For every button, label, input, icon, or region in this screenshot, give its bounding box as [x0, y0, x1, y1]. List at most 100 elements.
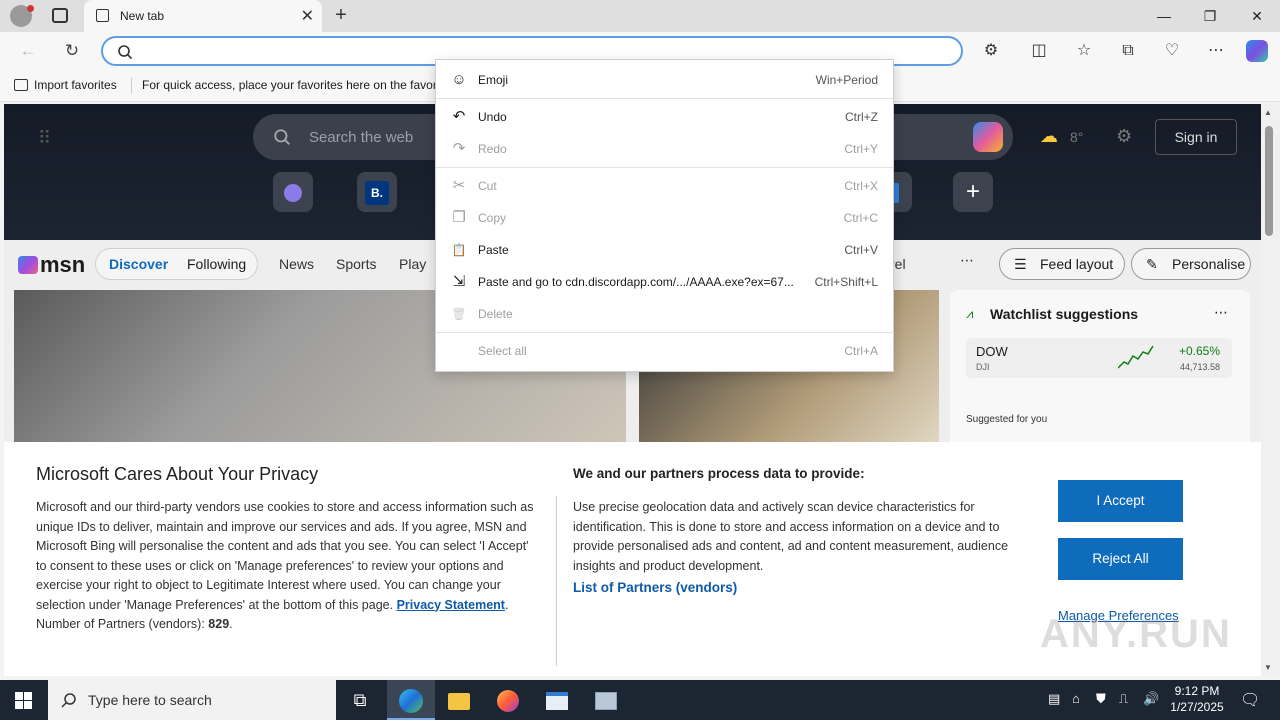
copilot-icon[interactable]: [1246, 40, 1268, 62]
tray-app-icon[interactable]: ▤: [1048, 691, 1060, 707]
menu-item-emoji[interactable]: ☺ Emoji Win+Period: [436, 64, 893, 96]
menu-item-label: Select all: [478, 344, 527, 358]
nav-news[interactable]: News: [279, 256, 314, 272]
menu-item-label: Delete: [478, 307, 513, 321]
security-icon[interactable]: ⛊: [1096, 691, 1106, 707]
page-scrollbar[interactable]: ▲ ▼: [1261, 104, 1280, 676]
privacy-statement-link[interactable]: Privacy Statement: [397, 598, 505, 612]
split-screen-icon[interactable]: ◫: [1025, 38, 1053, 64]
menu-item-shortcut: Ctrl+X: [844, 179, 878, 193]
tab-following[interactable]: Following: [187, 256, 246, 272]
msn-logo[interactable]: msn: [18, 252, 85, 278]
more-options-icon[interactable]: ⋯: [1202, 38, 1230, 64]
notifications-icon[interactable]: 🗨: [1240, 690, 1260, 710]
menu-separator: [436, 98, 893, 99]
network-icon[interactable]: ⎍: [1119, 691, 1128, 707]
weather-temp: 8°: [1070, 129, 1084, 145]
maximize-button[interactable]: ❐: [1187, 0, 1233, 32]
data-processing-title: We and our partners process data to prov…: [573, 466, 865, 481]
personalise-label: Personalise: [1172, 256, 1246, 272]
taskbar-clock[interactable]: 9:12 PM 1/27/2025: [1166, 683, 1228, 715]
menu-item-select-all: Select all Ctrl+A: [436, 335, 893, 367]
reject-all-button[interactable]: Reject All: [1058, 538, 1183, 580]
menu-item-shortcut: Ctrl+V: [844, 243, 878, 257]
app-installer-icon[interactable]: [582, 680, 630, 720]
settings-gear-icon[interactable]: ⚙: [1116, 126, 1132, 147]
scroll-up-icon[interactable]: ▲: [1264, 108, 1272, 117]
stock-exchange: DJI: [976, 362, 990, 372]
collections-icon[interactable]: ⧉: [1114, 38, 1142, 64]
personalise-button[interactable]: ✎ Personalise: [1131, 248, 1251, 280]
tab-title: New tab: [120, 9, 165, 23]
privacy-body: Microsoft and our third-party vendors us…: [36, 500, 534, 631]
menu-item-paste-and-go[interactable]: ⇲ Paste and go to cdn.discordapp.com/...…: [436, 266, 893, 298]
start-button[interactable]: [0, 680, 48, 720]
quicklink-booking[interactable]: B.: [357, 172, 397, 212]
booking-tile-icon: B.: [365, 180, 389, 205]
volume-icon[interactable]: 🔊: [1143, 691, 1159, 707]
back-icon[interactable]: ←: [14, 38, 42, 64]
extensions-icon[interactable]: ⚙: [977, 38, 1005, 64]
tab-actions-icon[interactable]: [52, 8, 68, 23]
privacy-body-text: Microsoft and our third-party vendors us…: [36, 500, 534, 612]
msn-logo-text: msn: [40, 252, 86, 277]
anyrun-watermark: ANY.RUN: [1040, 612, 1232, 656]
copilot-search-icon[interactable]: [973, 122, 1003, 152]
menu-item-copy: ❐ Copy Ctrl+C: [436, 202, 893, 234]
favorites-icon[interactable]: ☆: [1070, 38, 1098, 64]
accept-button[interactable]: I Accept: [1058, 480, 1183, 522]
refresh-icon[interactable]: ↻: [58, 38, 86, 64]
nav-sports[interactable]: Sports: [336, 256, 376, 272]
scrollbar-thumb[interactable]: [1265, 126, 1273, 236]
menu-separator: [436, 167, 893, 168]
watchlist-row[interactable]: DOW DJI +0.65% 44,713.58: [966, 338, 1232, 378]
paste-icon: 📋: [451, 243, 467, 257]
browser-essentials-icon[interactable]: ♡: [1158, 38, 1186, 64]
nav-more-icon[interactable]: ⋯: [960, 252, 974, 269]
favorites-divider: [131, 78, 132, 94]
add-quicklink-button[interactable]: +: [953, 172, 993, 212]
list-of-partners-link[interactable]: List of Partners (vendors): [573, 580, 737, 595]
menu-item-label: Paste and go to cdn.discordapp.com/.../A…: [478, 275, 794, 289]
apps-grid-icon[interactable]: ⠿: [38, 128, 51, 149]
sign-in-button[interactable]: Sign in: [1155, 119, 1237, 155]
app-window-glyph: [546, 692, 568, 711]
search-icon: [118, 45, 133, 60]
menu-item-label: Cut: [478, 179, 497, 193]
menu-item-label: Emoji: [478, 73, 509, 87]
scroll-down-icon[interactable]: ▼: [1264, 663, 1272, 672]
minimize-button[interactable]: —: [1141, 0, 1187, 32]
new-tab-button[interactable]: +: [330, 4, 352, 26]
usb-icon[interactable]: ⌂: [1072, 691, 1080, 706]
menu-item-paste[interactable]: 📋 Paste Ctrl+V: [436, 234, 893, 266]
privacy-consent-banner: Microsoft Cares About Your Privacy Micro…: [4, 442, 1261, 676]
copy-icon: ❐: [452, 209, 466, 226]
tab-new-tab[interactable]: New tab ✕: [84, 0, 322, 32]
privacy-title: Microsoft Cares About Your Privacy: [36, 464, 319, 484]
tab-discover[interactable]: Discover: [109, 256, 168, 272]
feed-layout-button[interactable]: ☰ Feed layout: [999, 248, 1125, 280]
task-view-icon[interactable]: ⧉: [336, 680, 384, 720]
taskbar-search-box[interactable]: Type here to search: [48, 680, 336, 720]
favorites-hint: For quick access, place your favorites h…: [142, 78, 443, 92]
close-window-button[interactable]: ✕: [1234, 0, 1280, 32]
edge-taskbar-icon[interactable]: [387, 680, 435, 720]
watchlist-icon: ⩘: [966, 306, 974, 321]
firefox-icon[interactable]: [484, 680, 532, 720]
new-tab-page-icon: [96, 9, 109, 22]
data-processing-body: Use precise geolocation data and activel…: [573, 500, 1009, 573]
menu-item-label: Paste: [478, 243, 509, 257]
watchlist-more-icon[interactable]: ⋯: [1214, 304, 1228, 321]
app-window-icon[interactable]: [533, 680, 581, 720]
menu-item-undo[interactable]: ↶ Undo Ctrl+Z: [436, 101, 893, 133]
file-explorer-icon[interactable]: [435, 680, 483, 720]
quicklink-copilot[interactable]: [273, 172, 313, 212]
menu-item-label: Undo: [478, 110, 507, 124]
close-tab-icon[interactable]: ✕: [301, 6, 314, 26]
import-favorites-button[interactable]: Import favorites: [14, 78, 117, 92]
folder-icon: [448, 692, 470, 710]
title-bar: New tab ✕ + — ❐ ✕: [0, 0, 1280, 32]
nav-play[interactable]: Play: [399, 256, 426, 272]
firefox-logo-icon: [497, 690, 519, 713]
watchlist-title: Watchlist suggestions: [990, 306, 1139, 322]
